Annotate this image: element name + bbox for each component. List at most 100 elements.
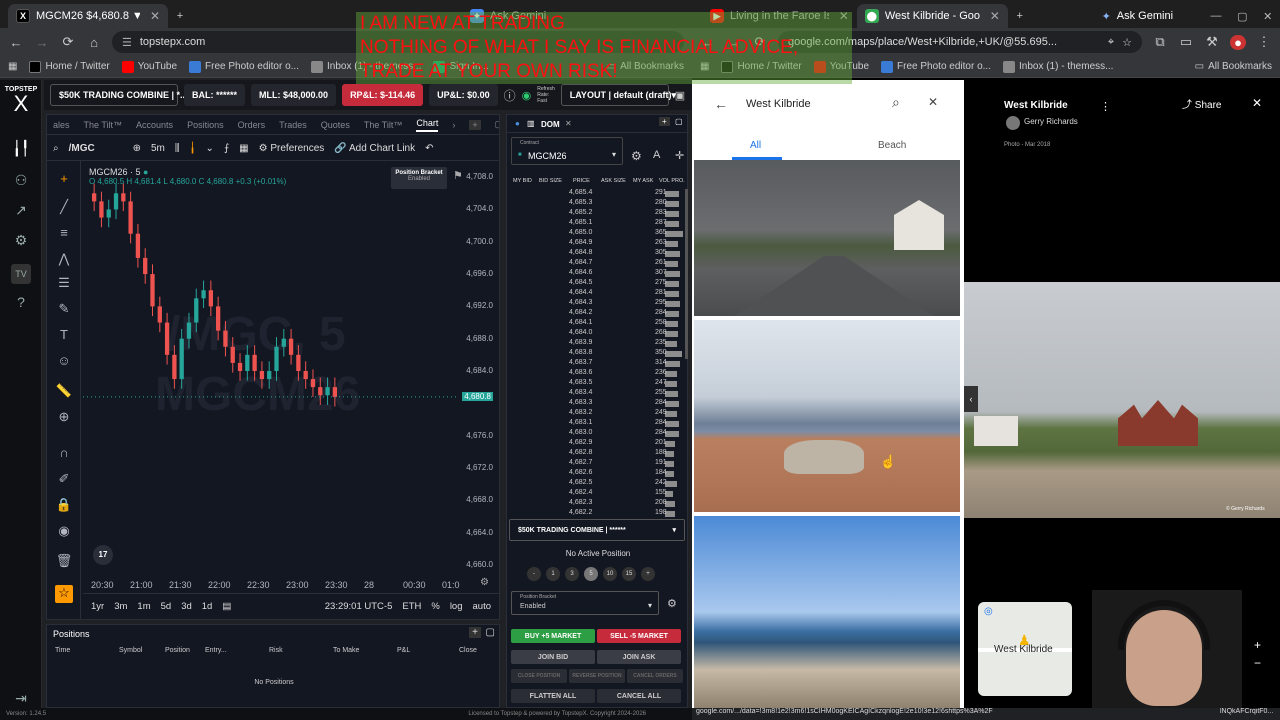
viewer-left-arrow[interactable]: ‹ — [964, 386, 978, 412]
dom-row[interactable]: 4,685.1 287 — [507, 219, 689, 229]
dom-row[interactable]: 4,682.8 188 — [507, 449, 689, 459]
tab-sales[interactable]: ales — [53, 120, 70, 130]
close-tab-icon[interactable]: ✕ — [150, 9, 160, 23]
emoji-icon[interactable]: ☺ — [55, 353, 73, 371]
column-header[interactable]: Time — [55, 647, 70, 654]
magnet-icon[interactable]: ∩ — [55, 445, 73, 463]
maps-search-input[interactable]: West Kilbride — [746, 98, 811, 110]
apps-icon[interactable]: ▦ — [8, 61, 17, 72]
compare-icon[interactable]: ⊕ — [133, 143, 141, 154]
tab-quotes[interactable]: Quotes — [321, 120, 350, 130]
info-icon[interactable]: ⓘ — [504, 87, 516, 104]
photo-thumb-rocky-shore[interactable] — [694, 516, 960, 708]
pattern-icon[interactable]: ⋀ — [55, 251, 73, 269]
tab-positions[interactable]: Positions — [187, 120, 224, 130]
forward-icon[interactable]: → — [34, 35, 50, 50]
maximize-window-icon[interactable]: ▢ — [1229, 4, 1255, 28]
tab-maps[interactable]: ⬤ West Kilbride - Google Maps ✕ — [856, 4, 1008, 28]
column-header[interactable]: Position — [165, 647, 190, 654]
close-tab-icon[interactable]: ✕ — [990, 9, 1000, 23]
quantity-button[interactable]: 1 — [546, 567, 560, 581]
join-ask-button[interactable]: JOIN ASK — [597, 650, 681, 664]
add-panel-icon[interactable]: + — [659, 117, 670, 126]
contract-select[interactable]: Contract ■ MGCM26 ▾ — [511, 137, 623, 165]
bookmark-star-icon[interactable]: ☆ — [1122, 36, 1132, 49]
dom-row[interactable]: 4,684.0 268 — [507, 329, 689, 339]
reverse-position-button[interactable]: REVERSE POSITION — [569, 669, 625, 683]
reload-icon[interactable]: ⟳ — [60, 34, 76, 50]
dom-row[interactable]: 4,684.3 295 — [507, 299, 689, 309]
menu-icon[interactable]: ⋮ — [1256, 34, 1272, 50]
clock-label[interactable]: 23:29:01 UTC-5 — [325, 601, 393, 612]
text-icon[interactable]: T — [55, 327, 73, 345]
quantity-button[interactable]: 5 — [584, 567, 598, 581]
dom-row[interactable]: 4,683.3 284 — [507, 399, 689, 409]
period-3m[interactable]: 3m — [114, 601, 127, 612]
axis-settings-icon[interactable]: ⚙ — [480, 577, 489, 588]
dom-row[interactable]: 4,683.8 350 — [507, 349, 689, 359]
profile-avatar-icon[interactable]: ● — [1230, 34, 1246, 50]
close-position-button[interactable]: CLOSE POSITION — [511, 669, 567, 683]
minimap[interactable]: ♟ West Kilbride ◎ — [978, 602, 1072, 696]
bracket-select[interactable]: Position Bracket Enabled ▾ — [511, 591, 659, 615]
symbol-field[interactable]: /MGC — [69, 143, 123, 154]
quantity-button[interactable]: 3 — [565, 567, 579, 581]
cast-icon[interactable]: ▭ — [1178, 34, 1194, 50]
buy-market-button[interactable]: BUY +5 MARKET — [511, 629, 595, 643]
cancel-all-button[interactable]: CANCEL ALL — [597, 689, 681, 703]
trash-icon[interactable]: 🗑 — [55, 553, 73, 571]
photo-thumb-street[interactable] — [694, 160, 960, 316]
period-1yr[interactable]: 1yr — [91, 601, 104, 612]
dom-row[interactable]: 4,682.4 155 — [507, 489, 689, 499]
dom-row[interactable]: 4,684.2 284 — [507, 309, 689, 319]
bracket-settings-icon[interactable]: ⚙ — [667, 597, 677, 610]
dom-ladder[interactable]: 4,685.4 291 4,685.3 280 4,685.2 283 4,685.1 287… — [507, 189, 689, 519]
photo-thumb-beach-rock[interactable]: ☝ — [694, 320, 960, 512]
chevron-down-icon[interactable]: ⌄ — [206, 143, 214, 154]
photographer-avatar[interactable] — [1006, 116, 1020, 130]
tab-accounts[interactable]: Accounts — [136, 120, 173, 130]
dom-row[interactable]: 4,683.4 255 — [507, 389, 689, 399]
layout-select[interactable]: LAYOUT | default (draft) ▾ — [560, 84, 676, 106]
back-arrow-icon[interactable]: ← — [714, 96, 728, 112]
tab-new[interactable]: + — [168, 4, 192, 28]
dom-row[interactable]: 4,682.7 191 — [507, 459, 689, 469]
add-chart-link-button[interactable]: 🔗 Add Chart Link — [334, 143, 415, 154]
dom-row[interactable]: 4,685.2 283 — [507, 209, 689, 219]
dom-row[interactable]: 4,682.9 201 — [507, 439, 689, 449]
flatten-all-button[interactable]: FLATTEN ALL — [511, 689, 595, 703]
settings-nav-icon[interactable]: ⚙ — [11, 232, 31, 252]
maximize-icon[interactable]: ▢ — [495, 119, 499, 130]
close-icon[interactable]: ✕ — [928, 95, 938, 109]
tab-trades[interactable]: Trades — [279, 120, 307, 130]
bookmark-photo-editor[interactable]: Free Photo editor o... — [189, 60, 299, 73]
positions-title[interactable]: Positions — [53, 629, 90, 639]
interval-select[interactable]: 5m — [151, 143, 165, 154]
ask-gemini-button[interactable]: ✦ Ask Gemini — [1094, 4, 1179, 28]
preferences-button[interactable]: ⚙ Preferences — [259, 143, 325, 154]
column-header[interactable]: Symbol — [119, 647, 142, 654]
tab-tilt-2[interactable]: The Tilt™ — [364, 120, 403, 130]
close-window-icon[interactable]: ✕ — [1255, 4, 1280, 28]
search-icon[interactable]: ⌕ — [892, 94, 900, 111]
quantity-button[interactable]: - — [527, 567, 541, 581]
gear-icon[interactable]: ⚙ — [631, 149, 642, 163]
lock-icon[interactable]: 🔒 — [55, 497, 73, 515]
dom-row[interactable]: 4,683.1 284 — [507, 419, 689, 429]
indicators-icon[interactable]: ⨍ — [224, 143, 229, 154]
zoom-in-icon[interactable]: + — [1254, 638, 1261, 652]
session-toggle[interactable]: ETH — [402, 601, 421, 612]
search-icon[interactable]: ⌕ — [53, 143, 59, 154]
scrollbar[interactable] — [685, 189, 688, 359]
column-header[interactable]: To Make — [333, 647, 359, 654]
fib-icon[interactable]: ☰ — [55, 275, 73, 293]
dom-row[interactable]: 4,683.9 235 — [507, 339, 689, 349]
topstep-logo[interactable]: TOPSTEP X — [0, 86, 42, 115]
bookmark-inbox[interactable]: Inbox (1) - themess... — [1002, 60, 1113, 73]
pencil-lock-icon[interactable]: ✐ — [55, 471, 73, 489]
dom-tab[interactable]: DOM — [541, 120, 560, 129]
dom-row[interactable]: 4,685.3 280 — [507, 199, 689, 209]
tab-tilt[interactable]: The Tilt™ — [84, 120, 123, 130]
tab-topstepx[interactable]: X MGCM26 $4,680.8 ▼ -0.27% ✕ — [8, 4, 168, 28]
dom-row[interactable]: 4,684.4 281 — [507, 289, 689, 299]
